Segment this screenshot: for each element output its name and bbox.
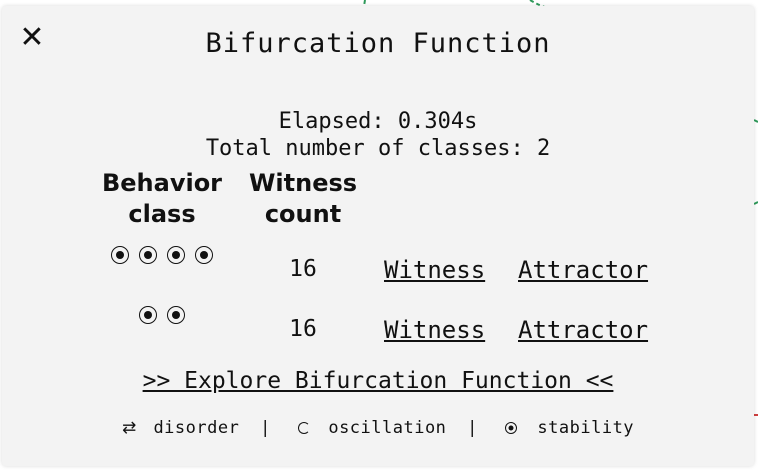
stability-icon xyxy=(504,422,517,434)
legend-disorder: disorder xyxy=(153,418,240,438)
legend-oscillation: oscillation xyxy=(328,418,447,438)
header-witness-count: Witness count xyxy=(248,169,358,228)
table-row: 16 Witness Attractor xyxy=(2,246,754,296)
attractor-link[interactable]: Attractor xyxy=(518,316,648,344)
explore-bifurcation-function: >> Explore Bifurcation Function << xyxy=(2,368,754,394)
behavior-class-icons xyxy=(98,306,226,324)
stability-icon xyxy=(111,246,129,264)
explore-link[interactable]: >> Explore Bifurcation Function << xyxy=(143,368,614,394)
total-classes: Total number of classes: 2 xyxy=(205,136,551,161)
table-row: 16 Witness Attractor xyxy=(2,306,754,356)
witness-count: 16 xyxy=(289,316,317,342)
behavior-class-icons xyxy=(98,246,226,264)
witness-count: 16 xyxy=(289,256,317,282)
elapsed-time: Elapsed: 0.304s xyxy=(278,109,478,134)
legend-separator: | xyxy=(260,418,271,438)
legend-stability: stability xyxy=(537,418,635,438)
stability-icon xyxy=(167,246,185,264)
stability-icon xyxy=(195,246,213,264)
witness-link[interactable]: Witness xyxy=(384,256,485,284)
header-behavior-class: Behavior class xyxy=(101,169,223,228)
oscillation-icon xyxy=(297,422,310,434)
stats-block: Elapsed: 0.304s Total number of classes:… xyxy=(2,108,754,162)
legend: ⇄ disorder | oscillation | stability xyxy=(2,418,754,438)
witness-link[interactable]: Witness xyxy=(384,316,485,344)
legend-separator: | xyxy=(467,418,478,438)
stability-icon xyxy=(139,306,157,324)
stability-icon xyxy=(139,246,157,264)
stability-icon xyxy=(167,306,185,324)
disorder-icon: ⇄ xyxy=(121,418,137,438)
dialog-title: Bifurcation Function xyxy=(205,28,551,59)
attractor-link[interactable]: Attractor xyxy=(518,256,648,284)
bifurcation-dialog: ✕ Bifurcation Function Elapsed: 0.304s T… xyxy=(2,6,754,466)
